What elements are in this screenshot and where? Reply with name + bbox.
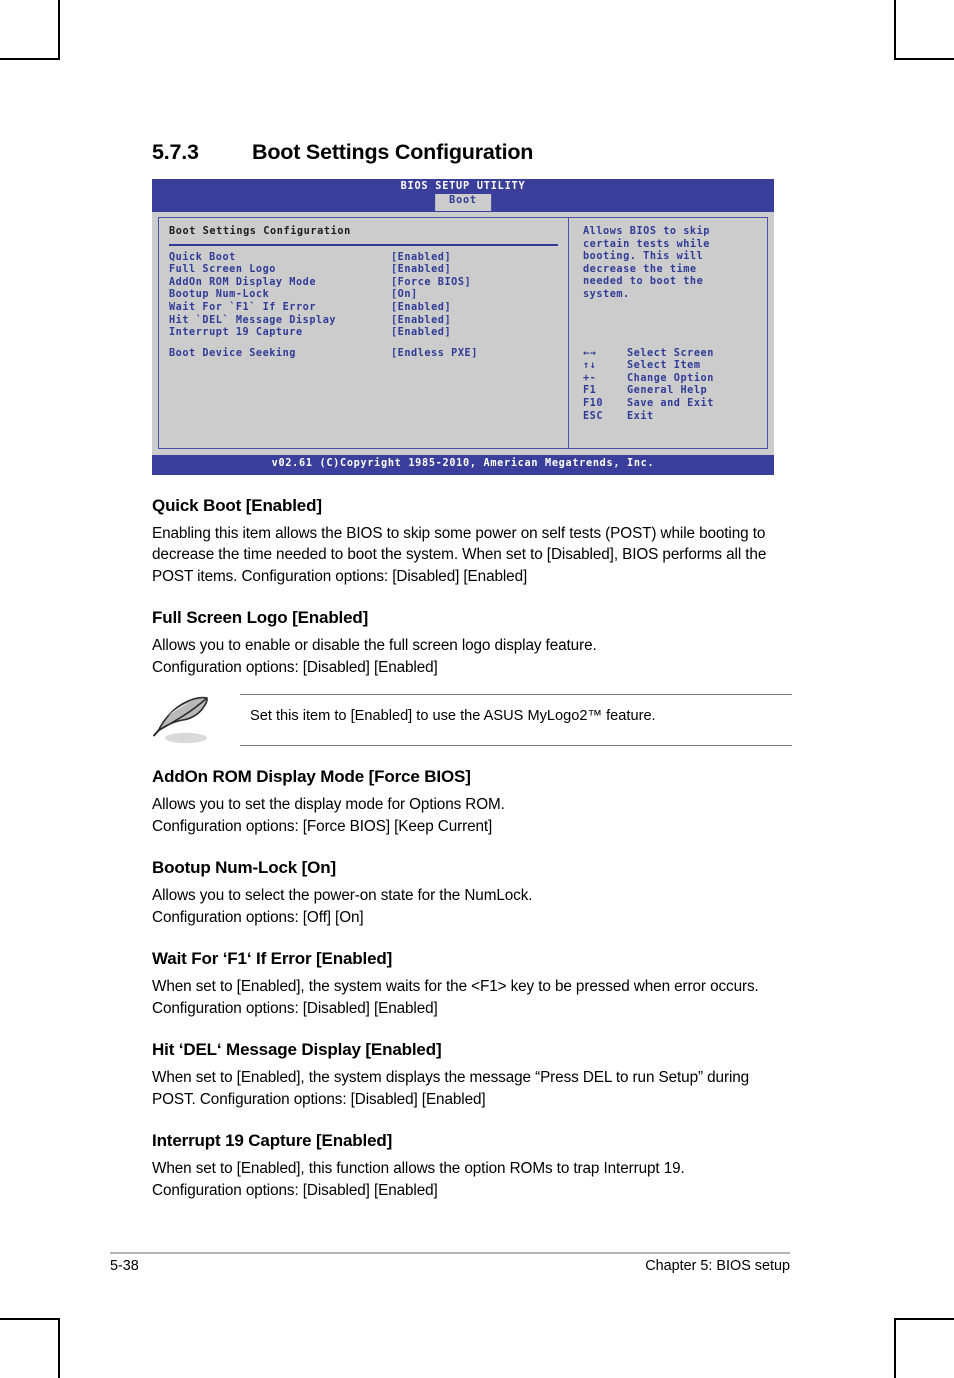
quill-pen-icon <box>152 694 240 746</box>
bios-header-bar: BIOS SETUP UTILITY Boot <box>152 179 774 212</box>
bios-key: F1 <box>583 385 597 397</box>
crop-mark-top-left <box>0 0 60 60</box>
section-number: 5.7.3 <box>152 140 199 164</box>
bios-help-line: decrease the time <box>583 263 697 275</box>
bios-settings-list: Quick Boot [Enabled] Full Screen Logo [Ena… <box>169 252 558 361</box>
bios-setting-row[interactable]: Bootup Num-Lock [On] <box>169 289 558 302</box>
bios-setting-value: [Enabled] <box>391 264 452 276</box>
bios-help-line: needed to boot the <box>583 276 704 288</box>
bios-help-line: system. <box>583 288 630 300</box>
item-body-full-screen-logo: Allows you to enable or disable the full… <box>152 637 597 676</box>
section-title: Boot Settings Configuration <box>252 140 534 164</box>
bios-tab-boot[interactable]: Boot <box>435 194 491 211</box>
bios-setting-name: Quick Boot <box>169 251 236 263</box>
bios-setting-value: [Enabled] <box>391 314 452 326</box>
bios-key-action: Select Screen <box>627 347 714 359</box>
page-number: 5-38 <box>110 1258 139 1274</box>
chapter-label: Chapter 5: BIOS setup <box>645 1258 790 1274</box>
bios-setting-row[interactable]: Full Screen Logo [Enabled] <box>169 264 558 277</box>
item-body-addon-rom-display-mode: Allows you to set the display mode for O… <box>152 796 505 835</box>
bios-panel-divider <box>169 243 558 246</box>
item-heading-addon-rom-display-mode: AddOn ROM Display Mode [Force BIOS] <box>152 767 471 787</box>
bios-setting-row[interactable]: Quick Boot [Enabled] <box>169 252 558 265</box>
note-box: Set this item to [Enabled] to use the AS… <box>152 694 792 747</box>
bios-key-legend-row: +- Change Option <box>583 373 757 386</box>
bios-setting-name: Hit `DEL` Message Display <box>169 314 337 326</box>
bios-key-action: General Help <box>627 385 708 397</box>
bios-key-action: Save and Exit <box>627 397 714 409</box>
bios-help-line: Allows BIOS to skip <box>583 226 710 237</box>
bios-setting-name: Wait For `F1` If Error <box>169 301 317 313</box>
bios-key: +- <box>583 372 597 384</box>
bios-setting-name: AddOn ROM Display Mode <box>169 276 317 288</box>
bios-key-legend-row: F1 General Help <box>583 385 757 398</box>
bios-setup-screenshot: BIOS SETUP UTILITY Boot Boot Settings Co… <box>152 179 774 475</box>
bios-setting-row[interactable]: Interrupt 19 Capture [Enabled] <box>169 327 558 340</box>
bios-key-action: Change Option <box>627 372 714 384</box>
bios-key-legend: ←→ Select Screen ↑↓ Select Item +- Change O… <box>583 348 757 424</box>
item-heading-interrupt-19-capture: Interrupt 19 Capture [Enabled] <box>152 1131 393 1151</box>
note-text: Set this item to [Enabled] to use the AS… <box>240 694 792 747</box>
bios-setting-name: Interrupt 19 Capture <box>169 327 303 339</box>
bios-setting-value: [Enabled] <box>391 327 452 339</box>
item-body-bootup-num-lock: Allows you to select the power-on state … <box>152 887 533 926</box>
bios-setting-row[interactable]: Hit `DEL` Message Display [Enabled] <box>169 315 558 328</box>
bios-setting-name: Boot Device Seeking <box>169 347 296 359</box>
bios-key: ESC <box>583 410 604 422</box>
bios-setting-row[interactable]: AddOn ROM Display Mode [Force BIOS] <box>169 277 558 290</box>
bios-settings-panel: Boot Settings Configuration Quick Boot [E… <box>158 217 568 449</box>
bios-setting-name: Full Screen Logo <box>169 264 276 276</box>
item-body-wait-for-f1-if-error: When set to [Enabled], the system waits … <box>152 978 759 1017</box>
bios-setting-row[interactable]: Boot Device Seeking [Endless PXE] <box>169 348 558 361</box>
crop-mark-top-right <box>894 0 954 60</box>
bios-setting-value: [Enabled] <box>391 251 452 263</box>
bios-help-text: Allows BIOS to skip certain tests while … <box>583 226 757 302</box>
bios-utility-title: BIOS SETUP UTILITY <box>400 181 526 192</box>
bios-setting-row[interactable]: Wait For `F1` If Error [Enabled] <box>169 302 558 315</box>
item-body-interrupt-19-capture: When set to [Enabled], this function all… <box>152 1160 685 1199</box>
bios-key: ←→ <box>583 347 597 359</box>
bios-key-legend-row: ←→ Select Screen <box>583 348 757 361</box>
bios-body: Boot Settings Configuration Quick Boot [E… <box>152 212 774 455</box>
bios-key: F10 <box>583 397 604 409</box>
item-heading-quick-boot: Quick Boot [Enabled] <box>152 495 322 515</box>
bios-key-action: Select Item <box>627 360 701 372</box>
bios-help-panel: Allows BIOS to skip certain tests while … <box>568 217 768 449</box>
bios-setting-value: [On] <box>391 289 418 301</box>
page-content: 5.7.3 Boot Settings Configuration BIOS S… <box>152 140 792 1201</box>
item-body-quick-boot: Enabling this item allows the BIOS to sk… <box>152 524 767 585</box>
page-footer: 5-38 Chapter 5: BIOS setup <box>110 1258 790 1274</box>
bios-key: ↑↓ <box>583 360 597 372</box>
crop-mark-bottom-left <box>0 1318 60 1378</box>
bios-help-line: certain tests while <box>583 238 710 250</box>
bios-key-legend-row: ESC Exit <box>583 411 757 424</box>
bios-setting-value: [Enabled] <box>391 301 452 313</box>
item-body-hit-del-message-display: When set to [Enabled], the system displa… <box>152 1069 750 1108</box>
bios-footer-copyright: v02.61 (C)Copyright 1985-2010, American … <box>152 455 774 475</box>
bios-setting-value: [Force BIOS] <box>391 276 472 288</box>
crop-mark-bottom-right <box>894 1318 954 1378</box>
bios-key-legend-row: F10 Save and Exit <box>583 398 757 411</box>
item-heading-full-screen-logo: Full Screen Logo [Enabled] <box>152 608 369 628</box>
footer-divider <box>110 1252 790 1254</box>
item-heading-bootup-num-lock: Bootup Num-Lock [On] <box>152 858 336 878</box>
bios-setting-name: Bootup Num-Lock <box>169 289 270 301</box>
bios-key-legend-row: ↑↓ Select Item <box>583 360 757 373</box>
bios-help-line: booting. This will <box>583 251 704 263</box>
bios-setting-value: [Endless PXE] <box>391 347 478 359</box>
item-heading-wait-for-f1-if-error: Wait For ‘F1‘ If Error [Enabled] <box>152 949 393 969</box>
section-heading: 5.7.3 Boot Settings Configuration <box>152 140 792 165</box>
bios-key-action: Exit <box>627 410 654 422</box>
item-heading-hit-del-message-display: Hit ‘DEL‘ Message Display [Enabled] <box>152 1040 442 1060</box>
bios-panel-heading: Boot Settings Configuration <box>169 226 351 237</box>
